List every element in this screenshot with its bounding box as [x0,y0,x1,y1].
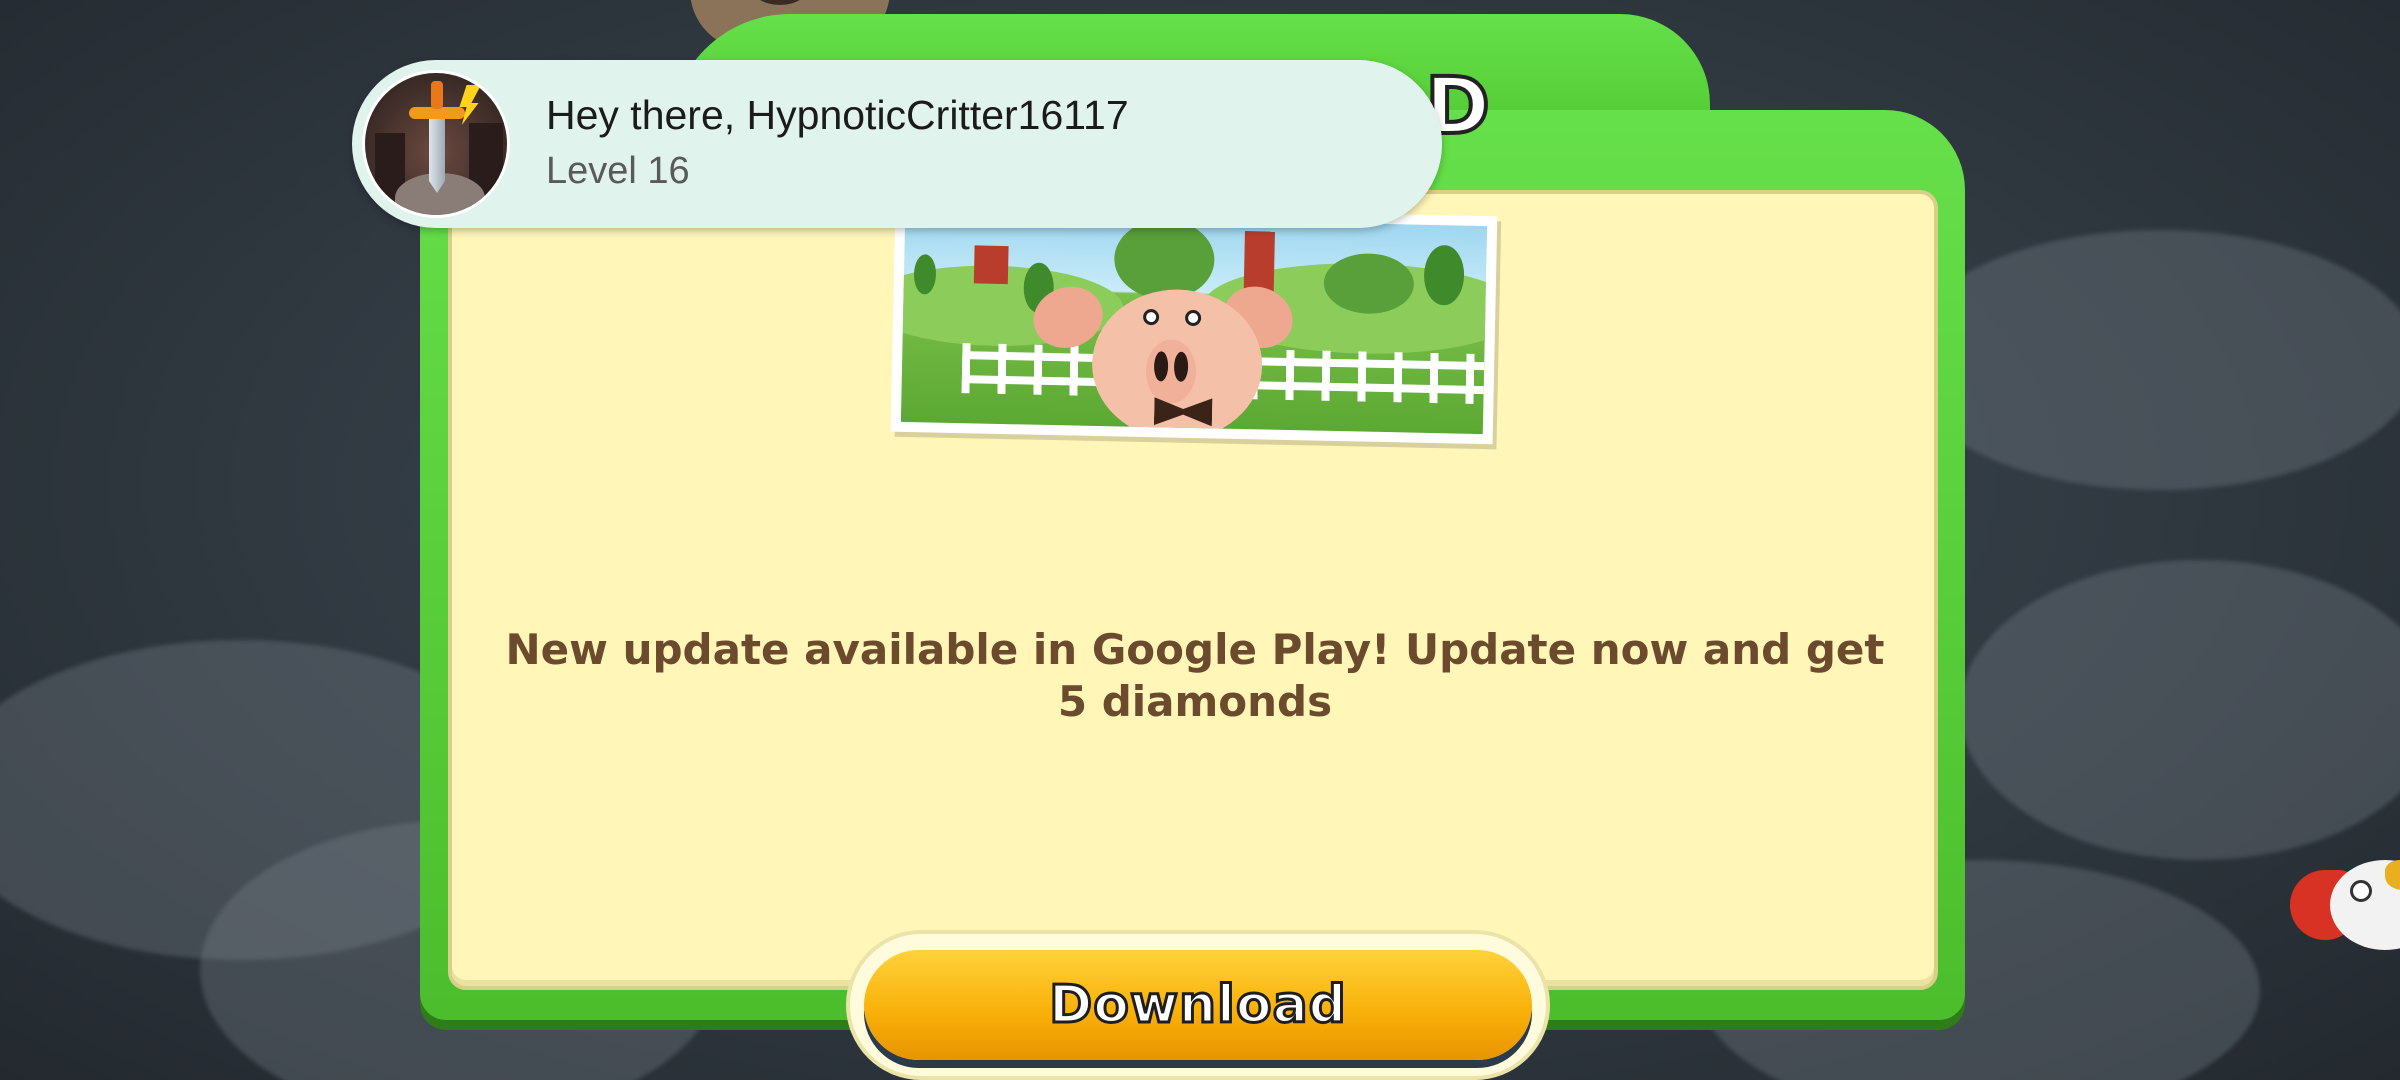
toast-greeting: Hey there, HypnoticCritter16117 [546,92,1129,138]
farm-pig-picture [890,203,1498,445]
background-cloud [1960,560,2400,860]
toast-player-level: Level 16 [546,150,690,192]
download-button[interactable]: Download [864,950,1532,1060]
chicken-character [2290,840,2400,960]
play-games-welcome-toast [352,60,1442,228]
player-avatar-icon [362,70,510,218]
background-cloud [1900,230,2400,490]
update-message: New update available in Google Play! Upd… [505,625,1885,726]
